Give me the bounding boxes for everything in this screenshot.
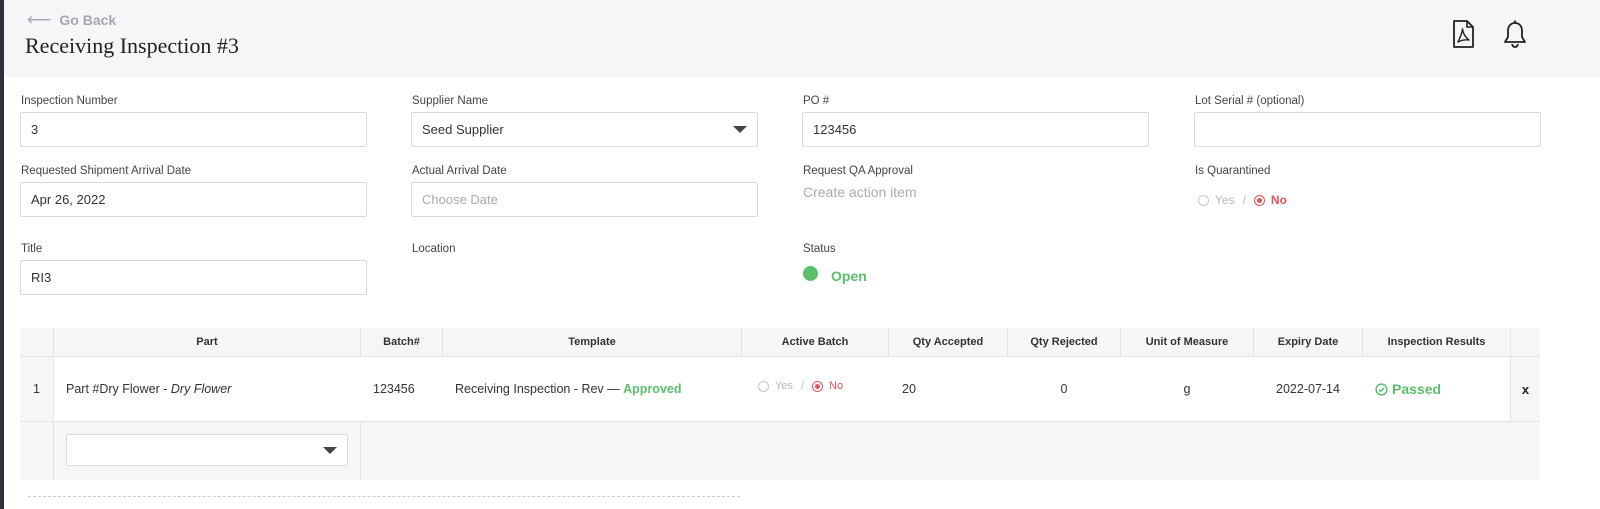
requested-arrival-value: Apr 26, 2022 <box>31 192 106 207</box>
inspection-number-input[interactable]: 3 <box>20 112 367 147</box>
arrow-left-icon: ⟵ <box>27 10 52 29</box>
bell-icon[interactable] <box>1499 18 1531 50</box>
col-header-batch: Batch# <box>383 336 420 348</box>
active-batch-no-label: No <box>829 380 844 392</box>
remove-row-button[interactable]: x <box>1511 357 1540 421</box>
po-number-input[interactable]: 123456 <box>802 112 1149 147</box>
title-label: Title <box>21 243 43 255</box>
add-part-select[interactable] <box>66 434 348 466</box>
caret-down-icon <box>733 126 747 133</box>
inspection-number-value: 3 <box>31 122 39 137</box>
active-batch-radio-group: Yes / No <box>758 357 888 415</box>
location-label: Location <box>412 243 456 255</box>
title-value: RI3 <box>31 270 52 285</box>
dashed-divider <box>28 496 740 497</box>
col-header-qty-accepted: Qty Accepted <box>912 336 984 348</box>
part-name: Dry Flower <box>170 382 232 396</box>
supplier-name-label: Supplier Name <box>412 95 489 107</box>
inspection-number-label: Inspection Number <box>21 95 118 107</box>
quarantined-no-radio[interactable] <box>1253 194 1265 206</box>
title-input[interactable]: RI3 <box>20 260 367 295</box>
parts-table: Part Batch# Template Active Batch Qty Ac… <box>20 328 1540 480</box>
inspection-result-label: Passed <box>1392 381 1442 397</box>
po-number-label: PO # <box>803 95 830 107</box>
batch-value: 123456 <box>373 382 415 396</box>
go-back-label: Go Back <box>59 12 117 28</box>
col-header-unit: Unit of Measure <box>1145 336 1229 348</box>
po-number-value: 123456 <box>813 122 857 137</box>
active-batch-yes-label: Yes <box>775 380 793 392</box>
qa-approval-label: Request QA Approval <box>803 165 913 177</box>
row-index: 1 <box>33 382 40 396</box>
col-header-results: Inspection Results <box>1387 336 1486 348</box>
active-batch-no-radio[interactable] <box>812 380 824 392</box>
col-header-expiry: Expiry Date <box>1277 336 1339 348</box>
qty-accepted-value[interactable]: 20 <box>902 357 1007 421</box>
inspection-result[interactable]: Passed <box>1375 357 1510 421</box>
expiry-value: 2022-07-14 <box>1276 382 1340 396</box>
table-row-part[interactable]: Part #Dry Flower - Dry Flower <box>66 357 360 421</box>
unit-value: g <box>1183 382 1191 396</box>
status-value[interactable]: Open <box>831 268 867 284</box>
quarantined-yes-label: Yes <box>1215 193 1235 207</box>
pdf-icon[interactable] <box>1447 18 1479 50</box>
template-status: Approved <box>623 382 682 396</box>
requested-arrival-label: Requested Shipment Arrival Date <box>21 165 192 177</box>
col-header-qty-rejected: Qty Rejected <box>1030 336 1098 348</box>
status-dot-icon <box>803 266 818 281</box>
quarantined-no-label: No <box>1270 193 1287 207</box>
row-divider <box>20 421 1540 422</box>
lot-serial-label: Lot Serial # (optional) <box>1195 95 1305 107</box>
check-circle-icon <box>1375 382 1388 396</box>
quarantined-separator: / <box>1242 193 1246 207</box>
col-header-part: Part <box>196 336 218 348</box>
create-action-item-link[interactable]: Create action item <box>803 184 917 200</box>
quarantined-label: Is Quarantined <box>1195 165 1271 177</box>
caret-down-icon <box>323 447 337 454</box>
template-cell[interactable]: Receiving Inspection - Rev — Approved <box>455 357 741 421</box>
active-batch-yes-radio[interactable] <box>758 380 769 392</box>
actual-arrival-input[interactable]: Choose Date <box>411 182 758 217</box>
quarantined-yes-radio[interactable] <box>1198 194 1209 206</box>
lot-serial-input[interactable] <box>1194 112 1541 147</box>
page-header: ⟵ Go Back Receiving Inspection #3 <box>4 0 1600 77</box>
inspection-form: Inspection Number 3 Supplier Name Seed S… <box>4 77 1600 509</box>
template-name: Receiving Inspection - Rev — <box>455 382 624 396</box>
qty-rejected-value[interactable]: 0 <box>1008 357 1120 421</box>
status-label: Status <box>803 243 836 255</box>
quarantined-radio-group: Yes / No <box>1198 193 1287 207</box>
actual-arrival-placeholder: Choose Date <box>422 192 498 207</box>
part-prefix: Part #Dry Flower - <box>66 382 171 396</box>
col-header-template: Template <box>568 336 616 348</box>
supplier-name-select[interactable]: Seed Supplier <box>411 112 758 147</box>
go-back-link[interactable]: ⟵ Go Back <box>27 10 116 30</box>
active-batch-separator: / <box>800 380 805 392</box>
requested-arrival-input[interactable]: Apr 26, 2022 <box>20 182 367 217</box>
col-header-active-batch: Active Batch <box>781 336 849 348</box>
page-title: Receiving Inspection #3 <box>25 33 239 58</box>
actual-arrival-label: Actual Arrival Date <box>412 165 507 177</box>
supplier-name-value: Seed Supplier <box>422 122 504 137</box>
